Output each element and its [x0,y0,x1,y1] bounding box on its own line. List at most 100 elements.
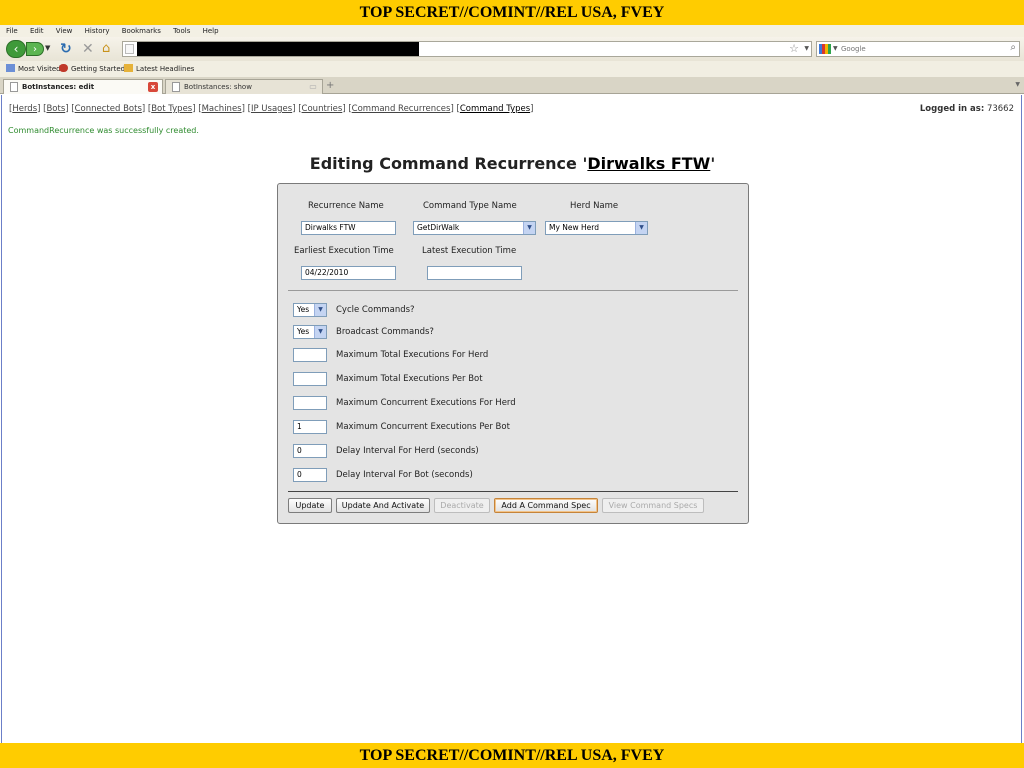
title-suffix: ' [710,154,716,173]
firefox-icon [59,64,68,72]
page-content: [Herds] [Bots] [Connected Bots] [Bot Typ… [1,95,1022,743]
bookmark-most-visited[interactable]: Most Visited [6,61,61,77]
max-concurrent-exec-bot-label: Maximum Concurrent Executions Per Bot [336,422,510,432]
earliest-time-label: Earliest Execution Time [294,246,394,256]
history-dropdown-icon[interactable]: ▼ [45,44,50,52]
command-type-label: Command Type Name [423,201,517,211]
search-bar: ▼ ⌕ [816,41,1020,57]
update-and-activate-button[interactable]: Update And Activate [336,498,430,513]
redacted-url [137,42,419,56]
chevron-down-icon: ▼ [314,326,326,338]
delay-interval-bot-input[interactable]: 0 [293,468,327,482]
site-favicon-icon [125,44,134,54]
herd-name-select[interactable]: My New Herd ▼ [545,221,648,235]
delay-interval-bot-label: Delay Interval For Bot (seconds) [336,470,473,480]
nav-link-command-types[interactable]: Command Types [460,104,530,114]
max-concurrent-exec-bot-input[interactable]: 1 [293,420,327,434]
selected-value: My New Herd [549,223,600,232]
tab-strip: BotInstances: edit x BotInstances: show … [0,77,1024,94]
nav-link-command-recurrences[interactable]: Command Recurrences [352,104,451,114]
classification-banner-bottom: TOP SECRET//COMINT//REL USA, FVEY [0,743,1024,768]
menu-tools[interactable]: Tools [173,27,190,35]
earliest-time-input[interactable]: 04/22/2010 [301,266,396,280]
selected-value: Yes [297,305,310,314]
latest-time-label: Latest Execution Time [422,246,517,256]
menu-history[interactable]: History [85,27,110,35]
recurrence-name-link[interactable]: Dirwalks FTW [587,154,710,173]
bookmark-star-icon[interactable]: ☆ [789,42,799,56]
divider [288,491,738,492]
bookmark-latest-headlines[interactable]: Latest Headlines [124,61,194,77]
nav-link-ip-usages[interactable]: IP Usages [251,104,292,114]
nav-link-countries[interactable]: Countries [302,104,343,114]
rss-folder-icon [124,64,133,72]
nav-link-herds[interactable]: Herds [12,104,37,114]
herd-name-label: Herd Name [570,201,619,211]
logged-in-label: Logged in as: [919,104,985,114]
delay-interval-herd-input[interactable]: 0 [293,444,327,458]
menu-view[interactable]: View [56,27,73,35]
max-total-exec-herd-input[interactable] [293,348,327,362]
close-tab-icon[interactable]: x [148,82,158,92]
stop-icon[interactable]: ✕ [82,41,94,57]
bookmark-label: Latest Headlines [136,65,195,73]
forward-icon[interactable]: › [26,42,44,56]
success-notice: CommandRecurrence was successfully creat… [8,126,199,135]
bookmark-label: Most Visited [18,65,61,73]
max-concurrent-exec-herd-label: Maximum Concurrent Executions For Herd [336,398,516,408]
bookmark-getting-started[interactable]: Getting Started [59,61,125,77]
tab-botinstances-edit[interactable]: BotInstances: edit x [3,79,163,94]
menu-edit[interactable]: Edit [30,27,44,35]
max-concurrent-exec-herd-input[interactable] [293,396,327,410]
search-engine-dropdown-icon[interactable]: ▼ [833,45,838,52]
selected-value: Yes [297,327,310,336]
recurrence-name-input[interactable]: Dirwalks FTW [301,221,396,235]
menu-help[interactable]: Help [203,27,219,35]
selected-value: GetDirWalk [417,223,460,232]
close-tab-icon[interactable]: ▭ [308,82,318,92]
recurrence-name-label: Recurrence Name [308,201,384,211]
list-all-tabs-icon[interactable]: ▼ [1015,81,1020,88]
nav-link-machines[interactable]: Machines [202,104,242,114]
menu-bar: File Edit View History Bookmarks Tools H… [0,25,1024,37]
chevron-down-icon: ▼ [314,304,326,316]
tab-botinstances-show[interactable]: BotInstances: show ▭ [165,79,323,94]
latest-time-input[interactable] [427,266,522,280]
page-icon [10,82,18,92]
bookmark-label: Getting Started [71,65,126,73]
menu-bookmarks[interactable]: Bookmarks [122,27,161,35]
search-input[interactable] [841,43,1001,55]
cycle-commands-label: Cycle Commands? [336,305,415,315]
max-total-exec-bot-input[interactable] [293,372,327,386]
search-engine-icon[interactable] [819,44,831,54]
edit-form-panel: Recurrence Name Command Type Name Herd N… [277,183,749,524]
view-command-specs-button[interactable]: View Command Specs [602,498,704,513]
nav-link-bot-types[interactable]: Bot Types [151,104,192,114]
navigation-toolbar: ‹ › ▼ ↻ ✕ ⌂ ☆ ▼ ▼ ⌕ [0,37,1024,61]
tab-label: BotInstances: show [184,83,252,91]
update-button[interactable]: Update [288,498,332,513]
tab-label: BotInstances: edit [22,83,95,91]
command-type-select[interactable]: GetDirWalk ▼ [413,221,536,235]
menu-file[interactable]: File [6,27,18,35]
nav-link-connected-bots[interactable]: Connected Bots [75,104,142,114]
nav-link-bots[interactable]: Bots [46,104,65,114]
chevron-down-icon: ▼ [523,222,535,234]
broadcast-commands-select[interactable]: Yes ▼ [293,325,327,339]
url-dropdown-icon[interactable]: ▼ [804,45,809,52]
delay-interval-herd-label: Delay Interval For Herd (seconds) [336,446,479,456]
new-tab-icon[interactable]: + [326,80,334,91]
max-total-exec-bot-label: Maximum Total Executions Per Bot [336,374,483,384]
back-icon[interactable]: ‹ [6,40,26,58]
max-total-exec-herd-label: Maximum Total Executions For Herd [336,350,489,360]
classification-banner-top: TOP SECRET//COMINT//REL USA, FVEY [0,0,1024,25]
address-bar[interactable]: ☆ ▼ [122,41,812,57]
bookmarks-toolbar: Most Visited Getting Started Latest Head… [0,61,1024,77]
search-icon[interactable]: ⌕ [1010,42,1016,53]
reload-icon[interactable]: ↻ [60,41,72,57]
home-icon[interactable]: ⌂ [102,41,110,56]
broadcast-commands-label: Broadcast Commands? [336,327,434,337]
add-command-spec-button[interactable]: Add A Command Spec [494,498,598,513]
deactivate-button[interactable]: Deactivate [434,498,490,513]
cycle-commands-select[interactable]: Yes ▼ [293,303,327,317]
